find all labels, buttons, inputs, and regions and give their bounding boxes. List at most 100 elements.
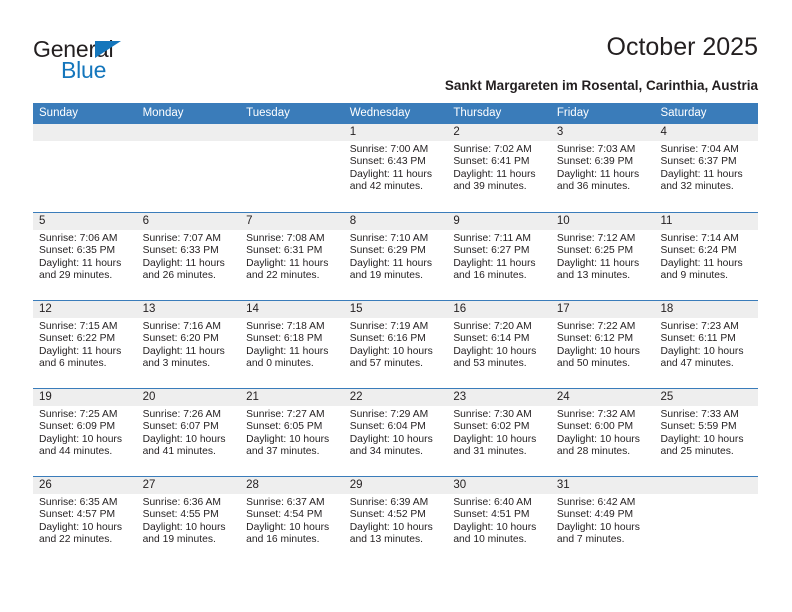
day-number-band: 7 xyxy=(240,213,344,230)
day-sun-info: Sunrise: 7:25 AM Sunset: 6:09 PM Daylight:… xyxy=(33,406,137,459)
sunset-text: Sunset: 6:18 PM xyxy=(246,333,323,345)
calendar-weeks: 1 Sunrise: 7:00 AM Sunset: 6:43 PM Daylight… xyxy=(33,124,759,564)
daylight-text: Daylight: 10 hours xyxy=(142,433,226,445)
day-sun-info: Sunrise: 6:36 AM Sunset: 4:55 PM Daylight:… xyxy=(137,494,241,547)
sunrise-text: Sunrise: 7:22 AM xyxy=(556,321,636,332)
calendar-day-cell-28[interactable]: 28 Sunrise: 6:37 AM Sunset: 4:54 PM Dayligh… xyxy=(240,477,344,564)
weekday-header-thursday: Thursday xyxy=(453,107,502,119)
calendar-day-cell-16[interactable]: 16 Sunrise: 7:20 AM Sunset: 6:14 PM Dayligh… xyxy=(447,301,551,388)
day-number-band xyxy=(33,124,137,141)
calendar-page: General Blue October 2025 Sankt Margaret… xyxy=(0,0,792,612)
daylight-text-cont: and 3 minutes. xyxy=(142,358,211,370)
calendar-day-cell-7[interactable]: 7 Sunrise: 7:08 AM Sunset: 6:31 PM Daylight… xyxy=(240,213,344,300)
daylight-text: Daylight: 11 hours xyxy=(39,345,122,357)
calendar-day-cell-18[interactable]: 18 Sunrise: 7:23 AM Sunset: 6:11 PM Dayligh… xyxy=(654,301,759,388)
calendar-day-cell-20[interactable]: 20 Sunrise: 7:26 AM Sunset: 6:07 PM Dayligh… xyxy=(136,389,241,476)
daylight-text-cont: and 10 minutes. xyxy=(453,534,527,546)
calendar-week-row: 26 Sunrise: 6:35 AM Sunset: 4:57 PM Dayligh… xyxy=(33,476,759,564)
day-number: 4 xyxy=(660,126,667,138)
day-number-band: 26 xyxy=(33,477,137,494)
calendar-day-cell-22[interactable]: 22 Sunrise: 7:29 AM Sunset: 6:04 PM Dayligh… xyxy=(343,389,448,476)
weekday-header-row: Sunday Monday Tuesday Wednesday Thursday Frid… xyxy=(33,103,758,124)
calendar-day-cell-24[interactable]: 24 Sunrise: 7:32 AM Sunset: 6:00 PM Dayligh… xyxy=(550,389,655,476)
daylight-text-cont: and 0 minutes. xyxy=(246,358,314,370)
sunrise-text: Sunrise: 7:04 AM xyxy=(660,144,739,155)
day-number: 7 xyxy=(246,215,253,227)
weekday-header-wednesday: Wednesday xyxy=(349,107,411,119)
sunset-text: Sunset: 4:49 PM xyxy=(556,509,634,521)
daylight-text-cont: and 26 minutes. xyxy=(142,270,216,282)
calendar-day-cell-2[interactable]: 2 Sunrise: 7:02 AM Sunset: 6:41 PM Daylight… xyxy=(447,124,551,212)
day-number-band: 15 xyxy=(343,301,448,318)
daylight-text-cont: and 22 minutes. xyxy=(39,534,113,546)
calendar-day-cell-3[interactable]: 3 Sunrise: 7:03 AM Sunset: 6:39 PM Daylight… xyxy=(550,124,655,212)
calendar-day-cell-15[interactable]: 15 Sunrise: 7:19 AM Sunset: 6:16 PM Dayligh… xyxy=(343,301,448,388)
sunset-text: Sunset: 6:41 PM xyxy=(453,156,530,168)
sunrise-text: Sunrise: 7:33 AM xyxy=(660,409,739,420)
calendar-week-row: 19 Sunrise: 7:25 AM Sunset: 6:09 PM Dayligh… xyxy=(33,388,759,476)
calendar-day-cell-11[interactable]: 11 Sunrise: 7:14 AM Sunset: 6:24 PM Dayligh… xyxy=(654,213,759,300)
daylight-text-cont: and 34 minutes. xyxy=(349,446,424,458)
weekday-header-monday: Monday xyxy=(142,107,184,119)
day-sun-info: Sunrise: 7:14 AM Sunset: 6:24 PM Daylight:… xyxy=(654,230,758,283)
calendar-day-cell-29[interactable]: 29 Sunrise: 6:39 AM Sunset: 4:52 PM Dayligh… xyxy=(343,477,448,564)
sunset-text: Sunset: 6:27 PM xyxy=(453,245,530,257)
calendar-day-cell-25[interactable]: 25 Sunrise: 7:33 AM Sunset: 5:59 PM Dayligh… xyxy=(654,389,759,476)
day-number: 15 xyxy=(349,303,363,315)
day-sun-info: Sunrise: 6:40 AM Sunset: 4:51 PM Daylight:… xyxy=(447,494,551,547)
weekday-header-sunday: Sunday xyxy=(39,107,79,119)
calendar-week-row: 5 Sunrise: 7:06 AM Sunset: 6:35 PM Daylight… xyxy=(33,212,759,300)
calendar-day-cell-13[interactable]: 13 Sunrise: 7:16 AM Sunset: 6:20 PM Dayligh… xyxy=(136,301,241,388)
sunrise-text: Sunrise: 6:39 AM xyxy=(349,497,429,508)
day-sun-info: Sunrise: 7:10 AM Sunset: 6:29 PM Daylight:… xyxy=(344,230,448,283)
sunset-text: Sunset: 6:29 PM xyxy=(349,245,426,257)
day-number-band: 12 xyxy=(33,301,137,318)
daylight-text: Daylight: 10 hours xyxy=(246,433,330,445)
calendar-day-cell-23[interactable]: 23 Sunrise: 7:30 AM Sunset: 6:02 PM Dayligh… xyxy=(447,389,551,476)
daylight-text-cont: and 13 minutes. xyxy=(349,534,424,546)
sunrise-text: Sunrise: 6:35 AM xyxy=(39,497,118,508)
calendar-day-cell-8[interactable]: 8 Sunrise: 7:10 AM Sunset: 6:29 PM Daylight… xyxy=(343,213,448,300)
page-subtitle-location: Sankt Margareten im Rosental, Carinthia,… xyxy=(444,78,758,93)
calendar-day-cell-19[interactable]: 19 Sunrise: 7:25 AM Sunset: 6:09 PM Dayligh… xyxy=(33,389,137,476)
sunset-text: Sunset: 6:24 PM xyxy=(660,245,737,257)
calendar-day-cell-26[interactable]: 26 Sunrise: 6:35 AM Sunset: 4:57 PM Dayligh… xyxy=(33,477,137,564)
calendar-day-cell-12[interactable]: 12 Sunrise: 7:15 AM Sunset: 6:22 PM Dayligh… xyxy=(33,301,137,388)
day-number-band: 5 xyxy=(33,213,137,230)
daylight-text-cont: and 19 minutes. xyxy=(349,270,424,282)
day-number: 11 xyxy=(660,215,673,227)
calendar-day-cell-6[interactable]: 6 Sunrise: 7:07 AM Sunset: 6:33 PM Daylight… xyxy=(136,213,241,300)
day-number: 5 xyxy=(39,215,46,227)
calendar-day-cell-5[interactable]: 5 Sunrise: 7:06 AM Sunset: 6:35 PM Daylight… xyxy=(33,213,137,300)
calendar-day-cell-21[interactable]: 21 Sunrise: 7:27 AM Sunset: 6:05 PM Dayligh… xyxy=(240,389,344,476)
daylight-text: Daylight: 11 hours xyxy=(142,257,225,269)
day-number: 28 xyxy=(246,479,259,491)
calendar-day-cell-9[interactable]: 9 Sunrise: 7:11 AM Sunset: 6:27 PM Daylight… xyxy=(447,213,551,300)
calendar-day-cell-27[interactable]: 27 Sunrise: 6:36 AM Sunset: 4:55 PM Dayligh… xyxy=(136,477,241,564)
calendar-day-cell-1[interactable]: 1 Sunrise: 7:00 AM Sunset: 6:43 PM Daylight… xyxy=(343,124,448,212)
calendar-day-cell-4[interactable]: 4 Sunrise: 7:04 AM Sunset: 6:37 PM Daylight… xyxy=(654,124,759,212)
day-number: 3 xyxy=(556,126,564,138)
sunset-text: Sunset: 6:11 PM xyxy=(660,333,736,345)
day-number-band: 22 xyxy=(343,389,448,406)
daylight-text-cont: and 28 minutes. xyxy=(556,446,631,458)
daylight-text: Daylight: 11 hours xyxy=(246,257,329,269)
calendar-day-cell-14[interactable]: 14 Sunrise: 7:18 AM Sunset: 6:18 PM Dayligh… xyxy=(240,301,344,388)
day-number-band: 25 xyxy=(654,389,759,406)
calendar-day-cell-17[interactable]: 17 Sunrise: 7:22 AM Sunset: 6:12 PM Dayligh… xyxy=(550,301,655,388)
sunset-text: Sunset: 6:35 PM xyxy=(39,245,116,257)
page-title: October 2025 xyxy=(606,33,759,61)
sunrise-text: Sunrise: 7:02 AM xyxy=(453,144,532,155)
calendar-day-cell-empty xyxy=(136,124,241,212)
calendar-day-cell-10[interactable]: 10 Sunrise: 7:12 AM Sunset: 6:25 PM Dayligh… xyxy=(550,213,655,300)
calendar-day-cell-30[interactable]: 30 Sunrise: 6:40 AM Sunset: 4:51 PM Dayligh… xyxy=(447,477,551,564)
day-sun-info: Sunrise: 7:03 AM Sunset: 6:39 PM Daylight:… xyxy=(551,141,655,194)
sunrise-text: Sunrise: 6:42 AM xyxy=(556,497,636,508)
calendar-day-cell-31[interactable]: 31 Sunrise: 6:42 AM Sunset: 4:49 PM Dayligh… xyxy=(550,477,655,564)
sunrise-text: Sunrise: 7:03 AM xyxy=(556,144,636,155)
daylight-text-cont: and 53 minutes. xyxy=(453,358,527,370)
logo-text-blue: Blue xyxy=(61,57,107,83)
day-number-band xyxy=(240,124,344,141)
day-number-band: 2 xyxy=(447,124,551,141)
daylight-text-cont: and 47 minutes. xyxy=(660,358,734,370)
